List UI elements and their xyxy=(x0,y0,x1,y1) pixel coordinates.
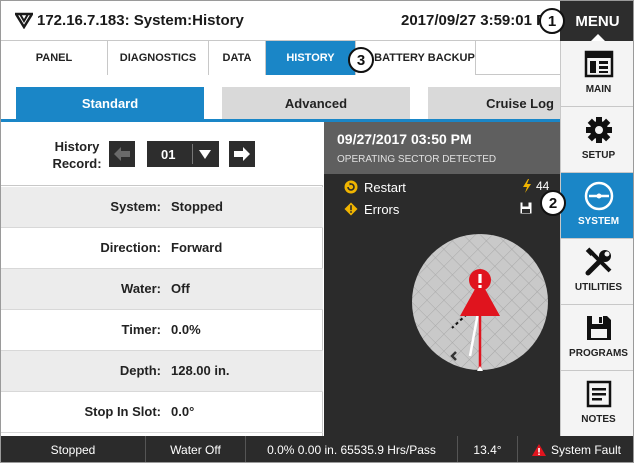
sidebar-item-utilities[interactable]: UTILITIES xyxy=(561,239,633,305)
status-metrics: 0.0% 0.00 in. 65535.9 Hrs/Pass xyxy=(246,436,458,462)
sidebar-item-notes[interactable]: NOTES xyxy=(561,371,633,436)
info-row-stop-in-slot: Stop In Slot: 0.0° xyxy=(1,392,323,433)
event-item-label: Restart xyxy=(364,179,406,195)
history-details-panel: History Record: 01 System: Stopped Direc… xyxy=(1,122,323,436)
status-water: Water Off xyxy=(146,436,246,462)
status-fault-label: System Fault xyxy=(550,443,622,457)
previous-record-button[interactable] xyxy=(109,141,135,167)
history-record-value: 01 xyxy=(161,147,176,162)
info-row-system: System: Stopped xyxy=(1,187,323,228)
sidebar-item-label: MAIN xyxy=(585,84,612,95)
sidebar-item-programs[interactable]: PROGRAMS xyxy=(561,305,633,371)
sidebar-item-system[interactable]: SYSTEM xyxy=(561,173,633,239)
save-icon xyxy=(583,312,615,344)
info-value: 128.00 in. xyxy=(171,363,230,378)
info-row-depth: Depth: 128.00 in. xyxy=(1,351,323,392)
status-angle: 13.4° xyxy=(458,436,518,462)
event-panel: 09/27/2017 03:50 PM OPERATING SECTOR DET… xyxy=(324,122,560,436)
info-label: Depth: xyxy=(119,363,161,378)
info-row-water: Water: Off xyxy=(1,269,323,310)
history-record-row: History Record: 01 xyxy=(1,122,323,186)
sidebar-item-label: NOTES xyxy=(581,414,616,425)
system-icon xyxy=(583,180,615,212)
info-label: Water: xyxy=(121,281,161,296)
save-small-icon xyxy=(520,202,532,214)
tab-battery-backup[interactable]: BATTERY BACKUP xyxy=(356,41,476,75)
sidebar-item-main[interactable]: MAIN xyxy=(561,41,633,107)
alert-dot xyxy=(478,285,482,288)
side-menu: MAIN SETUP SYSTEM UTILITIES PROGRAMS NOT… xyxy=(560,41,633,436)
tab-diagnostics[interactable]: DIAGNOSTICS xyxy=(108,41,209,75)
alert-mark xyxy=(478,274,482,283)
field-position-dial xyxy=(412,234,548,371)
info-row-direction: Direction: Forward xyxy=(1,228,323,269)
main-panel-icon xyxy=(583,48,615,80)
info-label: Timer: xyxy=(121,322,162,337)
status-system: Stopped xyxy=(1,436,146,462)
event-description: OPERATING SECTOR DETECTED xyxy=(337,154,497,165)
info-value: 0.0° xyxy=(171,404,195,419)
header-datetime: 2017/09/27 3:59:01 PM xyxy=(401,12,551,29)
info-label: Direction: xyxy=(100,240,161,255)
sidebar-item-label: PROGRAMS xyxy=(569,348,628,359)
info-label: Stop In Slot: xyxy=(84,404,161,419)
history-record-select[interactable]: 01 xyxy=(147,141,219,167)
arrow-left-icon xyxy=(114,147,130,161)
restart-icon xyxy=(344,180,358,194)
lightning-icon xyxy=(523,179,531,193)
info-value: Stopped xyxy=(171,199,223,214)
menu-button[interactable]: MENU xyxy=(560,1,633,42)
event-item-label: Errors xyxy=(364,201,400,217)
info-value: 0.0% xyxy=(171,322,201,337)
status-fault[interactable]: System Fault xyxy=(518,436,633,462)
subtab-cruise-log[interactable]: Cruise Log xyxy=(428,87,560,119)
tab-history[interactable]: HISTORY xyxy=(266,41,356,75)
callout-1: 1 xyxy=(539,8,565,34)
primary-tabs: PANEL DIAGNOSTICS DATA HISTORY BATTERY B… xyxy=(1,41,560,75)
tab-data[interactable]: DATA xyxy=(209,41,266,75)
app-window: 172.16.7.183: System:History 2017/09/27 … xyxy=(0,0,634,463)
sidebar-item-label: SYSTEM xyxy=(577,216,620,227)
status-bar: Stopped Water Off 0.0% 0.00 in. 65535.9 … xyxy=(1,436,633,462)
event-item-errors: Errors xyxy=(344,200,399,218)
callout-2: 2 xyxy=(540,190,566,216)
info-value: Off xyxy=(171,281,190,296)
info-label: System: xyxy=(110,199,161,214)
tools-icon xyxy=(583,246,615,278)
sidebar-item-label: SETUP xyxy=(581,150,616,161)
event-datetime: 09/27/2017 03:50 PM xyxy=(337,131,472,147)
window-title: 172.16.7.183: System:History xyxy=(37,12,244,29)
subtab-advanced[interactable]: Advanced xyxy=(222,87,410,119)
warning-icon xyxy=(344,202,358,216)
subtab-standard[interactable]: Standard xyxy=(16,87,204,119)
info-value: Forward xyxy=(171,240,223,255)
tab-panel[interactable]: PANEL xyxy=(1,41,108,75)
arrow-right-icon xyxy=(234,147,250,161)
event-header: 09/27/2017 03:50 PM OPERATING SECTOR DET… xyxy=(324,122,560,174)
fault-warning-icon xyxy=(531,444,546,456)
info-row-timer: Timer: 0.0% xyxy=(1,310,323,351)
menu-label: MENU xyxy=(575,12,620,30)
chevron-down-icon xyxy=(199,150,211,159)
gear-icon xyxy=(583,114,615,146)
notes-icon xyxy=(583,378,615,410)
sidebar-item-label: UTILITIES xyxy=(574,282,623,293)
logo-icon xyxy=(15,12,33,29)
event-item-restart: Restart xyxy=(344,178,406,196)
select-divider xyxy=(192,144,193,164)
next-record-button[interactable] xyxy=(229,141,255,167)
history-record-label: History Record: xyxy=(52,139,102,171)
sub-tabs: Standard Advanced Cruise Log xyxy=(1,75,560,122)
sidebar-item-setup[interactable]: SETUP xyxy=(561,107,633,173)
callout-3: 3 xyxy=(348,47,374,73)
